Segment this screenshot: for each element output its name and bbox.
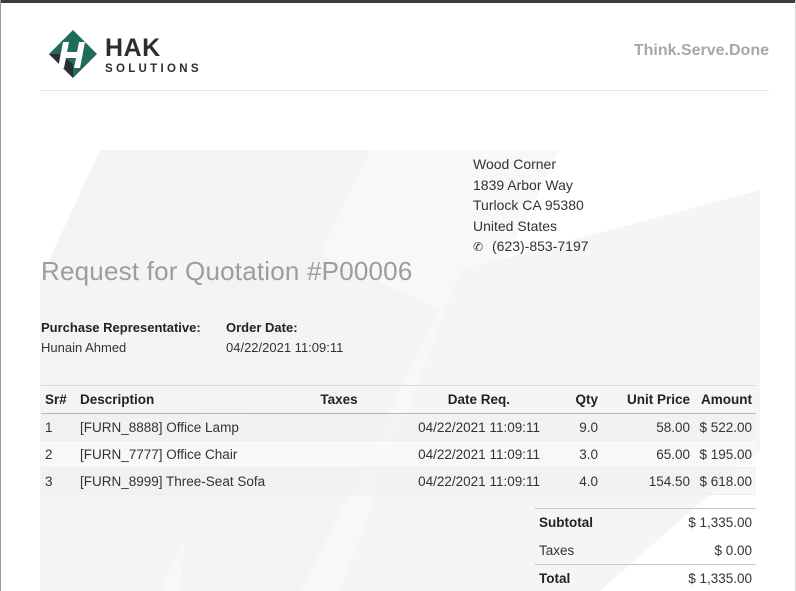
phone-icon: ✆ (473, 240, 484, 254)
report-header: HAK SOLUTIONS Think.Serve.Done (41, 22, 769, 91)
table-row: 3 [FURN_8999] Three-Seat Sofa 04/22/2021… (41, 467, 756, 495)
row-amount: $ 618.00 (694, 467, 756, 495)
page-edge-left (0, 0, 1, 591)
taxes-label: Taxes (539, 542, 575, 558)
logo-subtitle: SOLUTIONS (105, 63, 202, 75)
vendor-city: Turlock CA 95380 (473, 197, 584, 213)
row-description: [FURN_8888] Office Lamp (76, 413, 314, 441)
vendor-name: Wood Corner (473, 156, 557, 172)
vendor-country: United States (473, 217, 558, 234)
taxes-row: Taxes $ 0.00 (535, 537, 756, 565)
table-row: 2 [FURN_7777] Office Chair 04/22/2021 11… (41, 440, 756, 468)
order-date-label: Order Date: (226, 320, 298, 335)
row-sr: 3 (41, 467, 76, 495)
vendor-phone-line: ✆ (623)-853-7197 (473, 236, 589, 258)
order-date-value: 04/22/2021 11:09:11 (226, 340, 344, 355)
subtotal-label: Subtotal (535, 508, 638, 537)
logo-word: HAK (105, 34, 161, 62)
col-header-description: Description (76, 385, 314, 414)
subtotal-row: Subtotal $ 1,335.00 (535, 508, 756, 537)
table-row: 1 [FURN_8888] Office Lamp 04/22/2021 11:… (41, 413, 756, 441)
row-taxes (314, 467, 364, 495)
totals-table: Subtotal $ 1,335.00 Taxes $ 0.00 Total $… (535, 508, 756, 591)
col-header-amount: Amount (694, 385, 756, 414)
total-label: Total (535, 564, 638, 591)
vendor-street: 1839 Arbor Way (473, 176, 573, 193)
taxes-value: $ 0.00 (714, 542, 752, 558)
col-header-qty: Qty (544, 385, 602, 414)
col-header-date-req: Date Req. (364, 385, 544, 414)
purchase-representative: Purchase Representative: Hunain Ahmed (41, 318, 201, 358)
total-value: $ 1,335.00 (637, 564, 756, 591)
row-amount: $ 522.00 (694, 413, 756, 441)
row-unit-price: 154.50 (602, 467, 694, 495)
vendor-address: Wood Corner 1839 Arbor Way Turlock CA 95… (473, 154, 589, 258)
row-sr: 2 (41, 440, 76, 468)
row-date-req: 04/22/2021 11:09:11 (364, 440, 544, 468)
row-amount: $ 195.00 (694, 440, 756, 468)
row-sr: 1 (41, 413, 76, 441)
order-date: Order Date: 04/22/2021 11:09:11 (226, 318, 343, 358)
row-qty: 4.0 (544, 467, 602, 495)
row-taxes (314, 413, 364, 441)
col-header-taxes: Taxes (314, 385, 364, 414)
company-tagline: Think.Serve.Done (633, 42, 769, 59)
row-description: [FURN_8999] Three-Seat Sofa (76, 467, 314, 495)
document-title: Request for Quotation #P00006 (41, 256, 413, 286)
company-logo-icon (49, 30, 97, 78)
row-description: [FURN_7777] Office Chair (76, 440, 314, 468)
table-header-row: Sr# Description Taxes Date Req. Qty Unit… (41, 385, 756, 414)
row-taxes (314, 440, 364, 468)
row-date-req: 04/22/2021 11:09:11 (364, 413, 544, 441)
row-date-req: 04/22/2021 11:09:11 (364, 467, 544, 495)
vendor-phone: (623)-853-7197 (492, 238, 589, 254)
subtotal-value: $ 1,335.00 (637, 508, 756, 537)
order-lines-table: Sr# Description Taxes Date Req. Qty Unit… (41, 385, 756, 495)
rep-label: Purchase Representative: (41, 320, 201, 335)
row-qty: 9.0 (544, 413, 602, 441)
top-border (0, 0, 796, 3)
row-unit-price: 58.00 (602, 413, 694, 441)
rep-value: Hunain Ahmed (41, 340, 127, 355)
total-row: Total $ 1,335.00 (535, 564, 756, 591)
company-logo-text: HAK SOLUTIONS (105, 36, 202, 76)
col-header-sr: Sr# (41, 385, 76, 414)
row-unit-price: 65.00 (602, 440, 694, 468)
row-qty: 3.0 (544, 440, 602, 468)
col-header-unit-price: Unit Price (602, 385, 694, 414)
